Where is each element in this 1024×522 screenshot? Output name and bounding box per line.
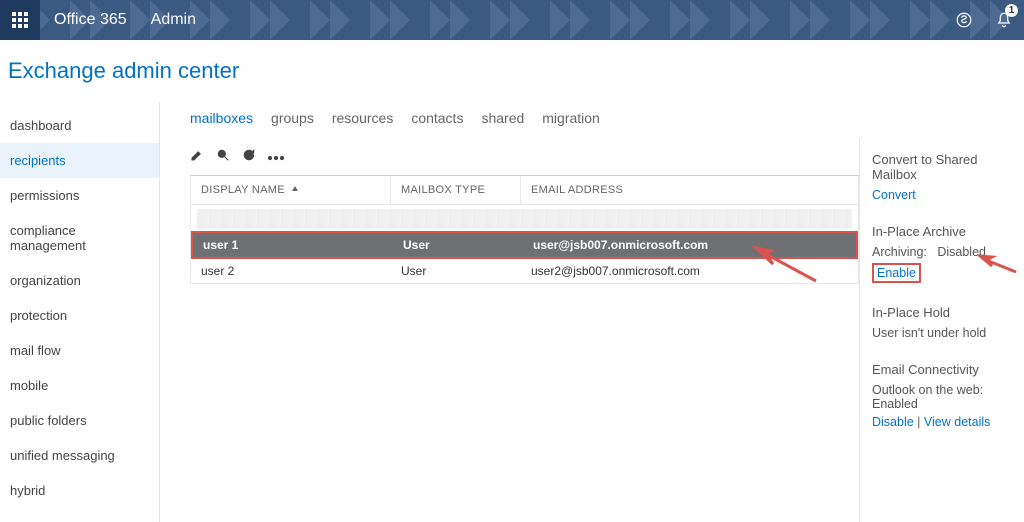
sort-ascending-icon <box>291 184 299 196</box>
connectivity-section-title: Email Connectivity <box>872 362 1014 377</box>
convert-link[interactable]: Convert <box>872 188 916 202</box>
hold-status: User isn't under hold <box>872 326 1014 340</box>
sidebar-item-recipients[interactable]: recipients <box>0 143 159 178</box>
tab-groups[interactable]: groups <box>271 110 314 126</box>
separator: | <box>917 415 920 429</box>
cell-display-name: user 1 <box>203 238 403 252</box>
column-display-name[interactable]: DISPLAY NAME <box>191 176 391 204</box>
archive-enable-link[interactable]: Enable <box>872 263 921 283</box>
brand-label: Office 365 <box>54 11 127 29</box>
connectivity-status: Outlook on the web: Enabled <box>872 383 1014 411</box>
sidebar-item-unified-messaging[interactable]: unified messaging <box>0 438 159 473</box>
sidebar-item-hybrid[interactable]: hybrid <box>0 473 159 508</box>
tab-migration[interactable]: migration <box>542 110 600 126</box>
skype-icon[interactable] <box>944 0 984 40</box>
sidebar-item-public-folders[interactable]: public folders <box>0 403 159 438</box>
sidebar-item-dashboard[interactable]: dashboard <box>0 108 159 143</box>
recipients-tabs: mailboxes groups resources contacts shar… <box>190 102 859 144</box>
sidebar-item-organization[interactable]: organization <box>0 263 159 298</box>
sidebar-item-permissions[interactable]: permissions <box>0 178 159 213</box>
connectivity-status-value: Enabled <box>872 397 918 411</box>
column-display-name-label: DISPLAY NAME <box>201 184 285 196</box>
archive-section-title: In-Place Archive <box>872 224 1014 239</box>
cell-mailbox-type: User <box>403 238 533 252</box>
redacted-row <box>197 209 852 229</box>
tab-contacts[interactable]: contacts <box>411 110 463 126</box>
table-header: DISPLAY NAME MAILBOX TYPE EMAIL ADDRESS <box>191 176 858 205</box>
notification-badge: 1 <box>1005 4 1018 17</box>
annotation-arrow-row <box>751 246 821 289</box>
edit-icon[interactable] <box>190 148 204 165</box>
page-title: Exchange admin center <box>0 40 1024 102</box>
cell-mailbox-type: User <box>401 264 531 278</box>
archive-status-label: Archiving: <box>872 245 927 259</box>
sidebar-item-mobile[interactable]: mobile <box>0 368 159 403</box>
cell-display-name: user 2 <box>201 264 401 278</box>
column-mailbox-type[interactable]: MAILBOX TYPE <box>391 176 521 204</box>
column-email-address[interactable]: EMAIL ADDRESS <box>521 176 858 204</box>
global-topbar: Office 365 Admin 1 <box>0 0 1024 40</box>
more-icon[interactable] <box>268 149 284 164</box>
hold-section-title: In-Place Hold <box>872 305 1014 320</box>
mailbox-toolbar <box>190 144 859 175</box>
left-nav: dashboard recipients permissions complia… <box>0 102 160 522</box>
annotation-arrow-enable <box>978 254 1018 281</box>
refresh-icon[interactable] <box>242 148 256 165</box>
mailbox-table: DISPLAY NAME MAILBOX TYPE EMAIL ADDRESS … <box>190 175 859 284</box>
notifications-icon[interactable]: 1 <box>984 0 1024 40</box>
convert-section-title: Convert to Shared Mailbox <box>872 152 1014 182</box>
connectivity-view-details-link[interactable]: View details <box>924 415 990 429</box>
app-launcher-button[interactable] <box>0 0 40 40</box>
sidebar-item-protection[interactable]: protection <box>0 298 159 333</box>
connectivity-disable-link[interactable]: Disable <box>872 415 914 429</box>
sidebar-item-mail-flow[interactable]: mail flow <box>0 333 159 368</box>
mailbox-details-panel: Convert to Shared Mailbox Convert In-Pla… <box>859 138 1024 522</box>
tab-shared[interactable]: shared <box>481 110 524 126</box>
sidebar-item-compliance-management[interactable]: compliance management <box>0 213 159 263</box>
tab-mailboxes[interactable]: mailboxes <box>190 110 253 126</box>
connectivity-status-label: Outlook on the web: <box>872 383 983 397</box>
breadcrumb-admin[interactable]: Admin <box>151 11 196 29</box>
tab-resources[interactable]: resources <box>332 110 393 126</box>
search-icon[interactable] <box>216 148 230 165</box>
